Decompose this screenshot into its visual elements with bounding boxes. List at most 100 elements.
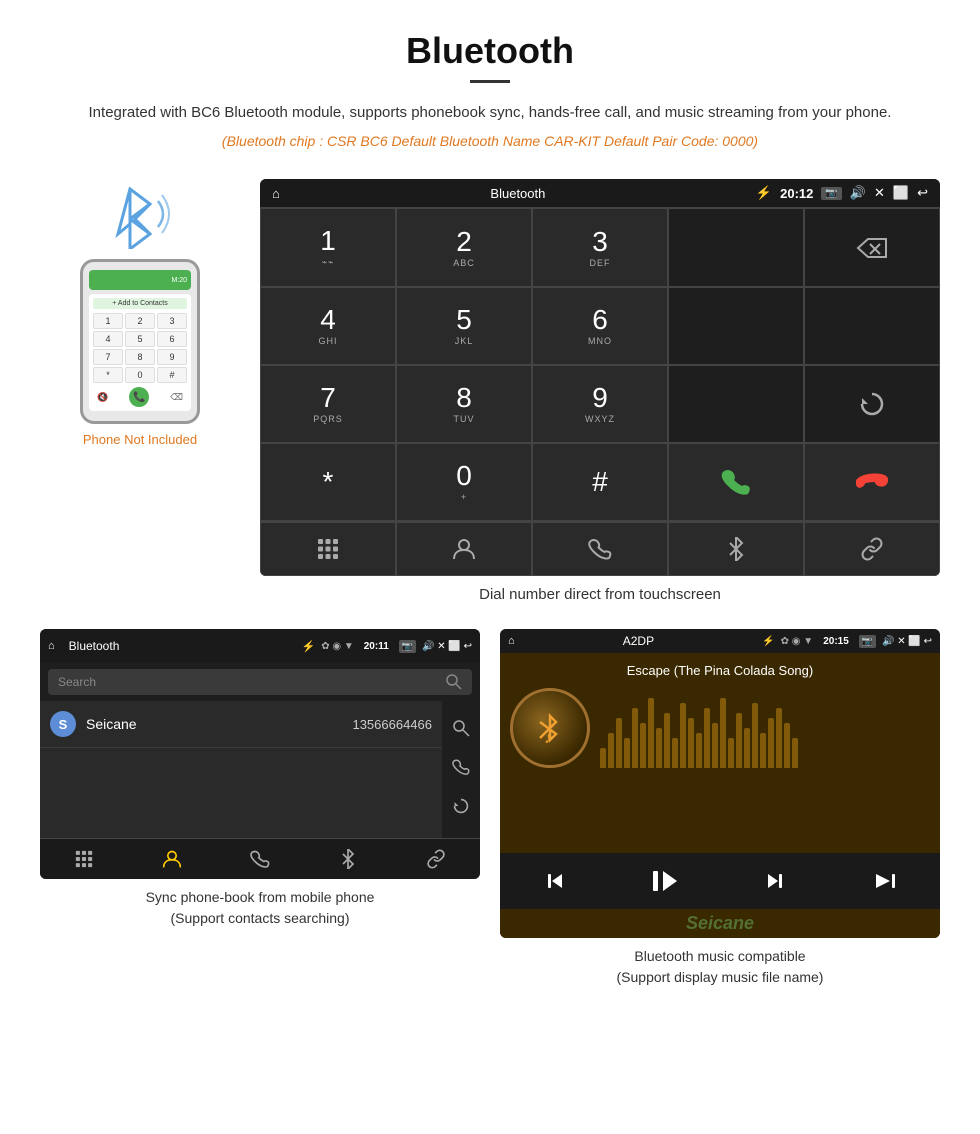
- page-description: Integrated with BC6 Bluetooth module, su…: [60, 101, 920, 125]
- phone-contacts-bar: + Add to Contacts: [93, 298, 187, 309]
- contact-avatar: S: [50, 711, 76, 737]
- back-icon[interactable]: ↩: [917, 185, 928, 201]
- eq-bar: [792, 738, 798, 768]
- title-divider: [470, 80, 510, 83]
- main-section: M:20 + Add to Contacts 1 2 3 4 5 6 7 8 9…: [0, 159, 980, 629]
- dial-key-call-red[interactable]: [804, 443, 940, 521]
- dial-key-refresh[interactable]: [804, 365, 940, 443]
- eq-bar: [696, 733, 702, 768]
- dial-app-title: Bluetooth: [288, 186, 748, 201]
- pb-home-icon[interactable]: ⌂: [48, 640, 55, 652]
- phone-key-1[interactable]: 1: [93, 313, 123, 329]
- music-caption: Bluetooth music compatible (Support disp…: [500, 946, 940, 988]
- dial-key-2[interactable]: 2ABC: [396, 208, 532, 287]
- eq-bar: [640, 723, 646, 768]
- music-content: Escape (The Pina Colada Song) ♪: [500, 653, 940, 853]
- dial-key-9[interactable]: 9WXYZ: [532, 365, 668, 443]
- pb-phone-btn[interactable]: [216, 839, 304, 879]
- dial-key-7[interactable]: 7PQRS: [260, 365, 396, 443]
- prev-track-button[interactable]: [500, 859, 610, 903]
- phone-dialpad: 1 2 3 4 5 6 7 8 9 * 0 #: [93, 313, 187, 383]
- phone-key-6[interactable]: 6: [157, 331, 187, 347]
- skip-forward-button[interactable]: [830, 859, 940, 903]
- seicane-label: Seicane: [686, 913, 754, 933]
- contacts-icon[interactable]: [396, 522, 532, 576]
- music-status-bar: ⌂ A2DP ⚡ ✿ ◉ ▼ 20:15 📷 🔊 ✕ ⬜ ↩: [500, 629, 940, 653]
- dial-display-empty-1: [668, 208, 804, 287]
- page-title: Bluetooth: [60, 30, 920, 72]
- music-usb-icon: ⚡: [762, 636, 774, 647]
- eq-bar: [728, 738, 734, 768]
- dial-key-4[interactable]: 4GHI: [260, 287, 396, 365]
- dialpad-icon[interactable]: [260, 522, 396, 576]
- pb-contacts-btn[interactable]: [128, 839, 216, 879]
- eq-bar: [736, 713, 742, 768]
- seicane-watermark: Seicane: [500, 909, 940, 938]
- phone-screen-top: M:20: [89, 270, 191, 290]
- phone-key-0[interactable]: 0: [125, 367, 155, 383]
- play-pause-button[interactable]: [610, 859, 720, 903]
- phone-key-5[interactable]: 5: [125, 331, 155, 347]
- pb-phone-icon[interactable]: [442, 750, 480, 789]
- link-icon[interactable]: [804, 522, 940, 576]
- phone-key-2[interactable]: 2: [125, 313, 155, 329]
- phone-screen-body: + Add to Contacts 1 2 3 4 5 6 7 8 9 * 0 …: [89, 294, 191, 411]
- dial-key-star[interactable]: *: [260, 443, 396, 521]
- eq-bar: [776, 708, 782, 768]
- dial-key-6[interactable]: 6MNO: [532, 287, 668, 365]
- phone-key-4[interactable]: 4: [93, 331, 123, 347]
- pb-dialpad-btn[interactable]: [40, 839, 128, 879]
- bluetooth-icon[interactable]: [668, 522, 804, 576]
- eq-bar: [632, 708, 638, 768]
- phone-key-7[interactable]: 7: [93, 349, 123, 365]
- pb-search-icon[interactable]: [442, 711, 480, 750]
- phone-call-button[interactable]: 📞: [129, 387, 149, 407]
- screen-icon[interactable]: ⬜: [893, 185, 909, 201]
- phone-key-3[interactable]: 3: [157, 313, 187, 329]
- dial-screen-wrapper: ⌂ Bluetooth ⚡ 20:12 📷 🔊 ✕ ⬜ ↩ 1⌁⌁ 2ABC: [260, 179, 940, 619]
- eq-bar: [600, 748, 606, 768]
- dial-display-empty-4: [668, 365, 804, 443]
- pb-link-btn[interactable]: [392, 839, 480, 879]
- dial-key-0[interactable]: 0+: [396, 443, 532, 521]
- dial-key-1[interactable]: 1⌁⌁: [260, 208, 396, 287]
- contact-number: 13566664466: [352, 717, 432, 732]
- dial-key-8[interactable]: 8TUV: [396, 365, 532, 443]
- svg-text:♪: ♪: [544, 730, 552, 747]
- contact-row[interactable]: S Seicane 13566664466: [40, 701, 442, 748]
- phonebook-caption: Sync phone-book from mobile phone (Suppo…: [40, 887, 480, 929]
- phone-key-8[interactable]: 8: [125, 349, 155, 365]
- dial-key-hash[interactable]: #: [532, 443, 668, 521]
- eq-bar: [608, 733, 614, 768]
- phonebook-body: S Seicane 13566664466: [40, 701, 480, 838]
- phone-bottom-row: 🔇 📞 ⌫: [93, 387, 187, 407]
- music-home-icon[interactable]: ⌂: [508, 635, 515, 647]
- volume-icon[interactable]: 🔊: [850, 185, 866, 201]
- eq-bar: [648, 698, 654, 768]
- eq-bar: [760, 733, 766, 768]
- contact-name: Seicane: [86, 716, 342, 732]
- eq-bar: [744, 728, 750, 768]
- pb-refresh-icon[interactable]: [442, 789, 480, 828]
- close-icon[interactable]: ✕: [874, 185, 885, 201]
- bluetooth-signal-icon: [100, 179, 180, 249]
- pb-usb-icon: ⚡: [301, 640, 315, 653]
- phone-icon[interactable]: [532, 522, 668, 576]
- home-icon[interactable]: ⌂: [272, 186, 280, 201]
- phone-key-hash[interactable]: #: [157, 367, 187, 383]
- pb-app-title: Bluetooth: [61, 634, 296, 658]
- next-track-button[interactable]: [720, 859, 830, 903]
- dial-key-3[interactable]: 3DEF: [532, 208, 668, 287]
- eq-bar: [616, 718, 622, 768]
- dial-key-call-green[interactable]: [668, 443, 804, 521]
- pb-bluetooth-btn[interactable]: [304, 839, 392, 879]
- camera-icon[interactable]: 📷: [821, 187, 841, 200]
- dial-key-5[interactable]: 5JKL: [396, 287, 532, 365]
- dial-key-backspace[interactable]: [804, 208, 940, 287]
- phonebook-col: ⌂ Bluetooth ⚡ ✿ ◉ ▼ 20:11 📷 🔊 ✕ ⬜ ↩ Sear…: [40, 629, 480, 988]
- phone-key-9[interactable]: 9: [157, 349, 187, 365]
- eq-bar: [664, 713, 670, 768]
- phone-key-star[interactable]: *: [93, 367, 123, 383]
- phone-aside: M:20 + Add to Contacts 1 2 3 4 5 6 7 8 9…: [40, 179, 240, 447]
- eq-bar: [712, 723, 718, 768]
